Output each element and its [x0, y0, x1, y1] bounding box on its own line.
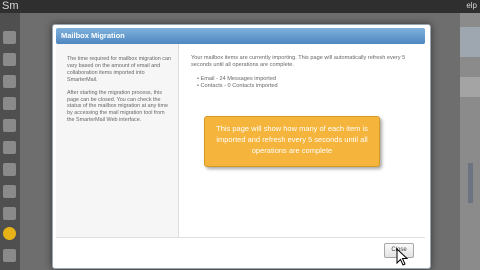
notes-icon[interactable] [3, 75, 16, 88]
help-link[interactable]: elp [466, 0, 477, 12]
info-paragraph: After starting the migration process, th… [67, 89, 168, 124]
rss-icon[interactable] [3, 119, 16, 132]
file-icon[interactable] [3, 163, 16, 176]
info-text: The time required for mailbox migration … [67, 56, 171, 130]
warning-icon[interactable] [3, 207, 16, 220]
tasks-icon[interactable] [3, 53, 16, 66]
mouse-cursor-icon [396, 248, 408, 266]
status-text: Your mailbox items are currently importi… [191, 55, 406, 69]
search-icon[interactable] [3, 249, 16, 262]
status-area: Your mailbox items are currently importi… [191, 55, 423, 90]
folder-icon[interactable] [3, 141, 16, 154]
dialog-header: Mailbox Migration [56, 28, 425, 44]
annotation-callout: This page will show how many of each ite… [204, 116, 380, 167]
info-pane: The time required for mailbox migration … [56, 44, 179, 237]
list-item: Contacts - 0 Contacts imported [197, 83, 423, 90]
panel-header [460, 27, 480, 57]
gear-icon[interactable] [3, 227, 16, 240]
dialog-footer: Close [56, 237, 425, 266]
app-top-bar: Sm elp [0, 0, 480, 13]
dialog-title: Mailbox Migration [61, 31, 125, 40]
scrollbar[interactable] [468, 163, 473, 203]
mailbox-migration-dialog: Mailbox Migration The time required for … [52, 24, 431, 269]
list-item: Email - 24 Messages imported [197, 76, 423, 83]
reply-icon[interactable] [3, 97, 16, 110]
import-list: Email - 24 Messages imported Contacts - … [191, 76, 423, 90]
calendar-icon[interactable] [3, 31, 16, 44]
reports-icon[interactable] [3, 185, 16, 198]
panel-row [460, 77, 480, 97]
app-sidebar [0, 13, 20, 270]
app-right-panel [460, 13, 480, 270]
info-paragraph: The time required for mailbox migration … [67, 56, 171, 83]
callout-text: This page will show how many of each ite… [216, 124, 368, 155]
app-title: Sm [2, 0, 19, 12]
